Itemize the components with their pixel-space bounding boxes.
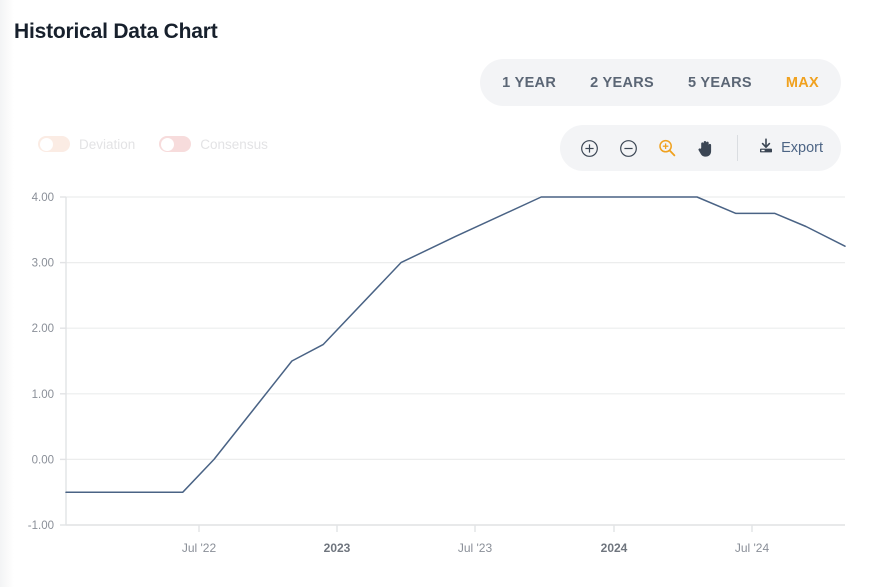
download-icon xyxy=(758,138,774,159)
consensus-switch-knob xyxy=(161,138,174,151)
zoom-select-icon[interactable] xyxy=(656,137,678,159)
range-button-2-years[interactable]: 2 YEARS xyxy=(590,75,654,91)
x-tick-label: Jul '24 xyxy=(735,541,770,555)
x-tick-label: 2024 xyxy=(601,541,628,555)
y-axis-tick-marks xyxy=(60,197,66,525)
page-title: Historical Data Chart xyxy=(14,20,218,44)
deviation-switch[interactable] xyxy=(38,136,70,152)
y-tick-label: -1.00 xyxy=(28,520,54,532)
chart-legend: Deviation Consensus xyxy=(38,136,268,152)
x-tick-label: Jul '23 xyxy=(458,541,493,555)
range-button-1-year[interactable]: 1 YEAR xyxy=(502,75,556,91)
chart-toolbar[interactable]: Export xyxy=(560,125,841,171)
y-tick-label: 4.00 xyxy=(32,192,54,204)
pan-hand-icon[interactable] xyxy=(695,137,717,159)
x-tick-label: Jul '22 xyxy=(182,541,217,555)
x-axis-labels: Jul '22 2023 Jul '23 2024 Jul '24 xyxy=(182,541,770,555)
line-chart[interactable]: 4.003.002.001.000.00-1.00 Jul '222023Jul… xyxy=(0,180,872,587)
x-axis-ticks xyxy=(199,525,752,532)
export-label: Export xyxy=(781,140,823,156)
grid-lines xyxy=(66,197,845,525)
legend-label-consensus: Consensus xyxy=(200,137,268,152)
deviation-switch-knob xyxy=(40,138,53,151)
x-tick-label: 2023 xyxy=(324,541,351,555)
chart-page: Historical Data Chart 1 YEAR 2 YEARS 5 Y… xyxy=(0,0,872,587)
range-button-5-years[interactable]: 5 YEARS xyxy=(688,75,752,91)
y-tick-label: 1.00 xyxy=(32,389,54,401)
legend-label-deviation: Deviation xyxy=(79,137,135,152)
legend-toggle-deviation[interactable]: Deviation xyxy=(38,136,135,152)
zoom-in-icon[interactable] xyxy=(578,137,600,159)
y-axis-labels: 4.00 3.00 2.00 1.00 0.00 -1.00 xyxy=(28,192,54,532)
zoom-out-icon[interactable] xyxy=(617,137,639,159)
time-range-selector[interactable]: 1 YEAR 2 YEARS 5 YEARS MAX xyxy=(480,59,841,106)
legend-toggle-consensus[interactable]: Consensus xyxy=(159,136,268,152)
export-button[interactable]: Export xyxy=(758,138,823,159)
consensus-switch[interactable] xyxy=(159,136,191,152)
y-tick-label: 3.00 xyxy=(32,258,54,270)
toolbar-divider xyxy=(737,135,738,161)
y-tick-label: 2.00 xyxy=(32,323,54,335)
y-tick-label: 0.00 xyxy=(32,454,54,466)
range-button-max[interactable]: MAX xyxy=(786,75,819,91)
series-line-rate xyxy=(66,197,845,492)
